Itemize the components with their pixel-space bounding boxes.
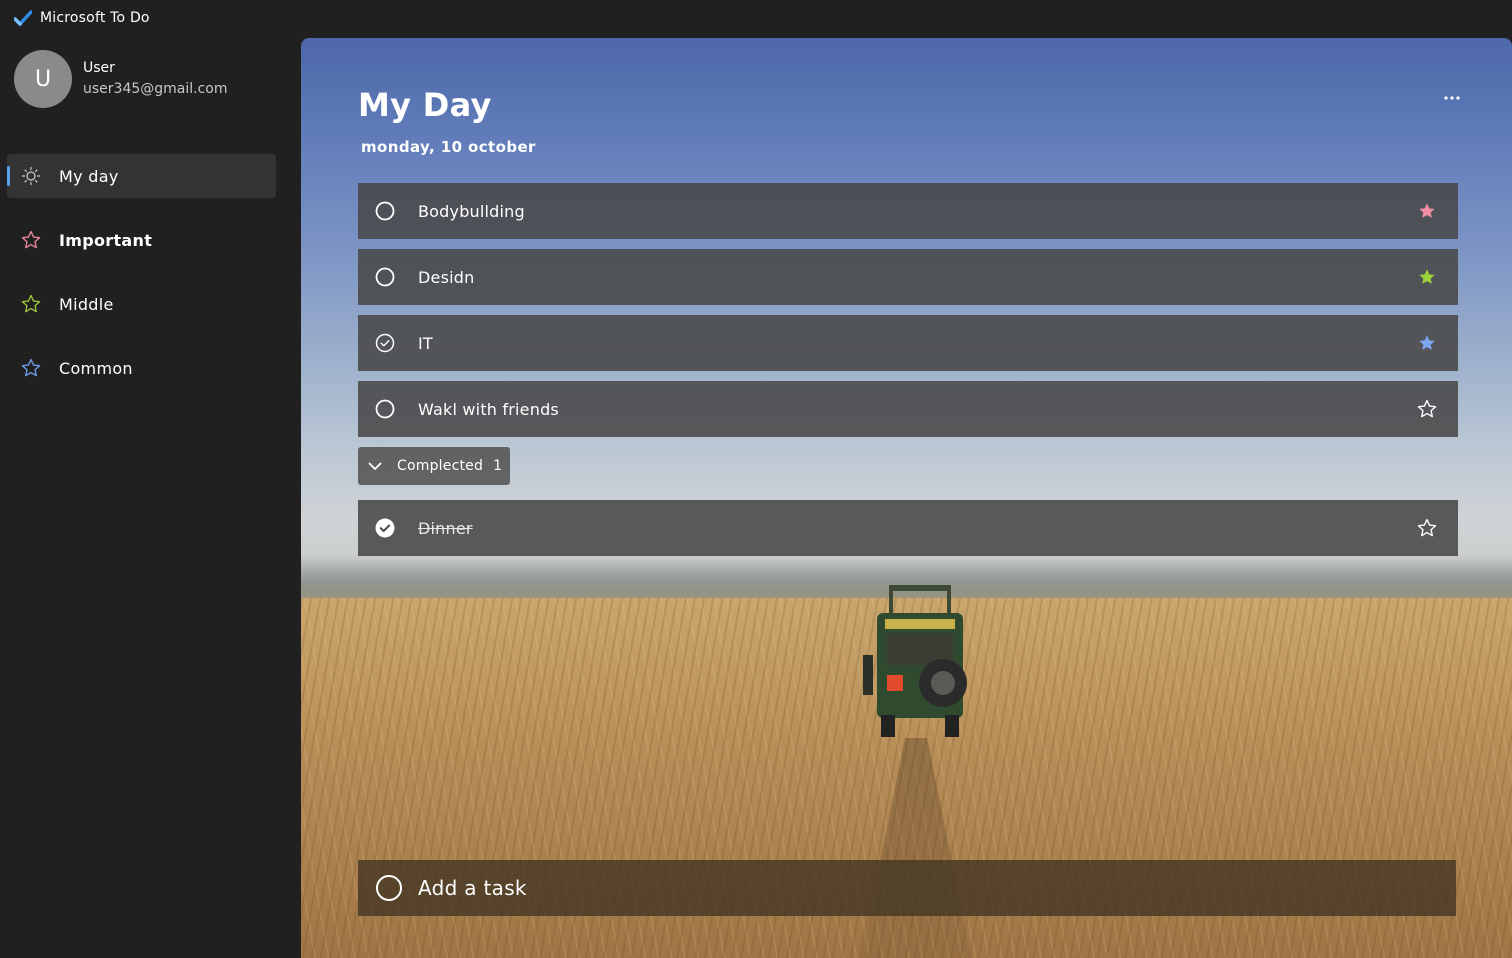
star-filled-icon[interactable] [1416,200,1438,222]
sidebar-item-important[interactable]: Important [7,218,276,262]
task-checkbox[interactable] [375,399,395,419]
task-list: Bodybullding Desidn IT Wakl with friends… [358,183,1458,566]
more-options-button[interactable] [1439,88,1465,108]
circle-icon [375,399,395,419]
profile-email: user345@gmail.com [83,81,228,97]
profile[interactable]: U User user345@gmail.com [14,50,228,108]
completed-label: Complected [397,458,484,474]
completed-toggle[interactable]: Complected 1 [358,447,510,485]
main-panel: My Day monday, 10 october Bodybullding D… [301,38,1512,958]
task-row[interactable]: Desidn [358,249,1458,305]
add-task-placeholder: Add a task [418,876,527,900]
task-checkbox[interactable] [375,201,395,221]
sidebar-item-common[interactable]: Common [7,346,276,390]
task-row[interactable]: Bodybullding [358,183,1458,239]
task-row[interactable]: Dinner [358,500,1458,556]
check-filled-icon [375,518,395,538]
background-jeep [859,583,971,743]
star-outline-icon [20,229,42,251]
page-date: monday, 10 october [361,138,536,156]
circle-icon [375,267,395,287]
circle-icon [375,201,395,221]
profile-info: User user345@gmail.com [83,58,228,100]
ellipsis-icon [1444,96,1460,100]
page-header: My Day monday, 10 october [358,86,536,156]
star-outline-icon[interactable] [1416,517,1438,539]
checkmark-logo-icon [13,10,33,26]
task-checkbox[interactable] [375,518,395,538]
add-task-input[interactable]: Add a task [358,860,1456,916]
task-checkbox[interactable] [375,333,395,353]
profile-name: User [83,60,115,76]
completed-count: 1 [493,458,502,474]
avatar[interactable]: U [14,50,72,108]
sidebar-item-label: Important [59,230,153,250]
circle-icon [375,874,403,902]
sidebar-item-my-day[interactable]: My day [7,154,276,198]
sidebar-item-label: Common [59,358,133,378]
title-bar: Microsoft To Do [0,0,1512,36]
app-window: Microsoft To Do U User user345@gmail.com [0,0,1512,958]
sidebar: U User user345@gmail.com My day Importan… [0,36,300,958]
star-outline-icon[interactable] [1416,398,1438,420]
chevron-down-icon [368,459,382,473]
task-label: Wakl with friends [418,399,559,419]
task-label: IT [418,333,433,353]
task-label: Desidn [418,267,475,287]
sidebar-nav: My day Important Middle Common [7,154,276,410]
star-outline-icon [20,357,42,379]
star-filled-icon[interactable] [1416,332,1438,354]
page-title: My Day [358,86,492,124]
sidebar-item-label: Middle [59,294,114,314]
star-filled-icon[interactable] [1416,266,1438,288]
task-label: Dinner [418,518,473,538]
task-row[interactable]: IT [358,315,1458,371]
star-outline-icon [20,293,42,315]
task-row[interactable]: Wakl with friends [358,381,1458,437]
sidebar-item-label: My day [59,166,119,186]
task-checkbox[interactable] [375,267,395,287]
circle-check-icon [375,333,395,353]
sidebar-item-middle[interactable]: Middle [7,282,276,326]
task-label: Bodybullding [418,201,525,221]
app-title: Microsoft To Do [40,10,150,26]
sun-icon [20,165,42,187]
